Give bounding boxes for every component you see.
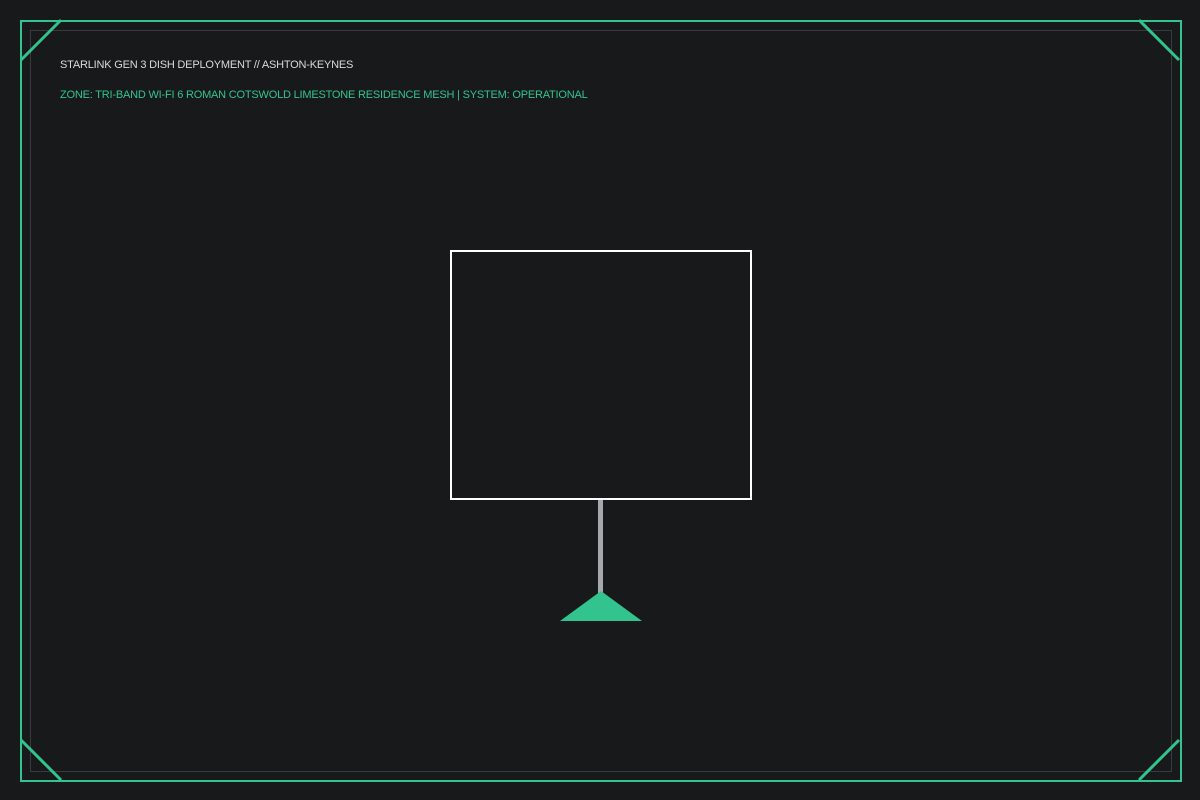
corner-bracket-top-left xyxy=(19,18,63,62)
mount-base-triangle-icon xyxy=(560,591,642,621)
deployment-view: STARLINK GEN 3 DISH DEPLOYMENT // ASHTON… xyxy=(0,0,1200,800)
dish-mast-icon xyxy=(598,500,603,594)
zone-status-line: ZONE: TRI-BAND WI-FI 6 ROMAN COTSWOLD LI… xyxy=(60,89,588,101)
corner-bracket-bottom-left xyxy=(19,738,63,782)
starlink-dish-icon xyxy=(450,250,752,500)
corner-bracket-top-right xyxy=(1137,18,1181,62)
deployment-title: STARLINK GEN 3 DISH DEPLOYMENT // ASHTON… xyxy=(60,59,354,71)
corner-bracket-bottom-right xyxy=(1137,738,1181,782)
